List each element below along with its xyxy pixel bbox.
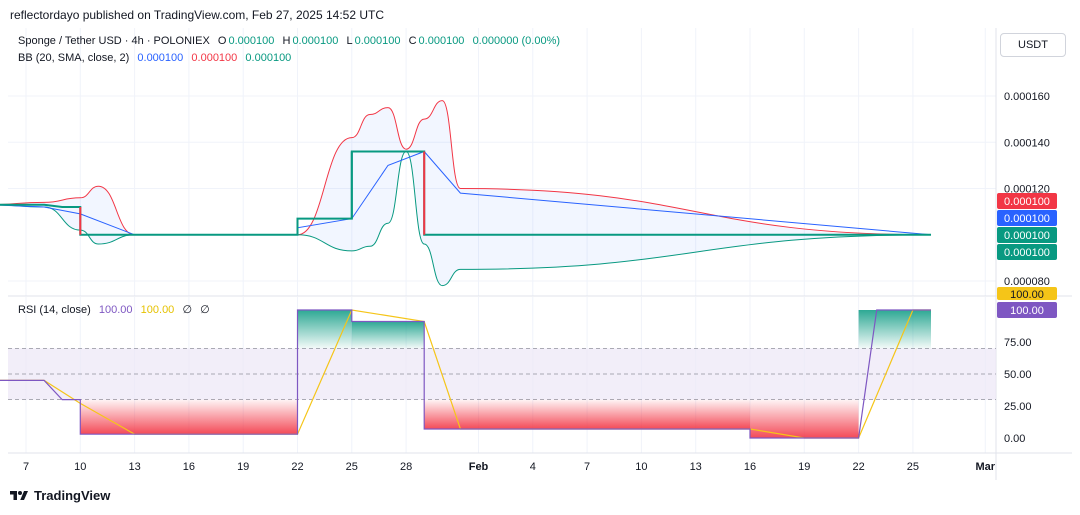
low-label: L bbox=[346, 35, 353, 47]
bb-lower-value: 0.000100 bbox=[245, 52, 292, 64]
symbol-title[interactable]: Sponge / Tether USD · 4h · POLONIEX bbox=[18, 35, 210, 47]
rsi-overbought-fill bbox=[351, 321, 425, 349]
x-tick-label: 16 bbox=[183, 461, 195, 473]
price-legend: Sponge / Tether USD · 4h · POLONIEX O 0.0… bbox=[18, 35, 562, 47]
price-tag: 0.000100 bbox=[1004, 196, 1050, 208]
x-tick-label: 19 bbox=[798, 461, 810, 473]
rsi-tick-label: 50.00 bbox=[1004, 369, 1032, 381]
rsi-ma-value: 100.00 bbox=[140, 304, 175, 316]
low-value: 0.000100 bbox=[354, 35, 401, 47]
x-tick-label: 13 bbox=[690, 461, 702, 473]
x-tick-label: 22 bbox=[852, 461, 864, 473]
rsi-tag: 100.00 bbox=[1010, 305, 1044, 317]
price-tick-label: 0.000160 bbox=[1004, 91, 1050, 103]
rsi-title[interactable]: RSI (14, close) bbox=[18, 304, 91, 316]
rsi-value: 100.00 bbox=[98, 304, 133, 316]
high-value: 0.000100 bbox=[292, 35, 339, 47]
x-tick-label: 22 bbox=[291, 461, 303, 473]
x-tick-label: Mar bbox=[976, 461, 996, 473]
rsi-pane bbox=[0, 309, 996, 439]
x-tick-label: 28 bbox=[400, 461, 412, 473]
x-tick-label: 7 bbox=[23, 461, 29, 473]
price-tag: 0.000100 bbox=[1004, 213, 1050, 225]
bb-basis-value: 0.000100 bbox=[137, 52, 184, 64]
bb-title[interactable]: BB (20, SMA, close, 2) bbox=[18, 52, 129, 64]
tradingview-logo-icon bbox=[10, 490, 28, 500]
footer-brand-label: TradingView bbox=[34, 488, 111, 503]
chart-canvas[interactable]: 7 10 13 16 19 22 25 28 Feb 4 7 10 13 16 19 22 25 Mar0.000… bbox=[0, 0, 1080, 515]
x-tick-label: 10 bbox=[635, 461, 647, 473]
close-value: 0.000100 bbox=[418, 35, 465, 47]
change-value: 0.000000 (0.00%) bbox=[472, 35, 561, 47]
rsi-legend: RSI (14, close) 100.00 100.00 ∅ ∅ bbox=[18, 303, 212, 316]
rsi-tick-label: 25.00 bbox=[1004, 401, 1032, 413]
x-tick-label: 7 bbox=[584, 461, 590, 473]
high-label: H bbox=[282, 35, 291, 47]
x-tick-label: 25 bbox=[346, 461, 358, 473]
rsi-oversold-fill bbox=[80, 399, 298, 435]
x-tick-label: 19 bbox=[237, 461, 249, 473]
price-tag: 0.000100 bbox=[1004, 230, 1050, 242]
rsi-null-1: ∅ bbox=[182, 304, 193, 316]
rsi-overbought-fill bbox=[858, 310, 931, 349]
close-label: C bbox=[408, 35, 417, 47]
rsi-null-2: ∅ bbox=[200, 304, 210, 316]
currency-button[interactable]: USDT bbox=[1000, 33, 1066, 57]
rsi-ma-tag: 100.00 bbox=[1010, 289, 1044, 301]
x-tick-label: 10 bbox=[74, 461, 86, 473]
rsi-tick-label: 0.00 bbox=[1004, 433, 1025, 445]
bb-upper-value: 0.000100 bbox=[191, 52, 238, 64]
price-tick-label: 0.000140 bbox=[1004, 137, 1050, 149]
open-value: 0.000100 bbox=[228, 35, 275, 47]
rsi-tick-label: 75.00 bbox=[1004, 337, 1032, 349]
x-tick-label: 4 bbox=[530, 461, 536, 473]
currency-button-label: USDT bbox=[1018, 39, 1048, 51]
x-tick-label: 25 bbox=[907, 461, 919, 473]
x-tick-label: 13 bbox=[128, 461, 140, 473]
open-label: O bbox=[217, 35, 227, 47]
bb-legend: BB (20, SMA, close, 2) 0.000100 0.000100… bbox=[18, 52, 293, 64]
price-tag: 0.000100 bbox=[1004, 247, 1050, 259]
rsi-oversold-fill bbox=[424, 399, 750, 430]
x-tick-label: Feb bbox=[469, 461, 489, 473]
x-tick-label: 16 bbox=[744, 461, 756, 473]
footer-brand[interactable]: TradingView bbox=[10, 488, 110, 503]
price-value-tags: 0.000100 0.000100 0.000100 0.000100 100.00 10… bbox=[997, 193, 1057, 318]
price-tick-label: 0.000080 bbox=[1004, 276, 1050, 288]
